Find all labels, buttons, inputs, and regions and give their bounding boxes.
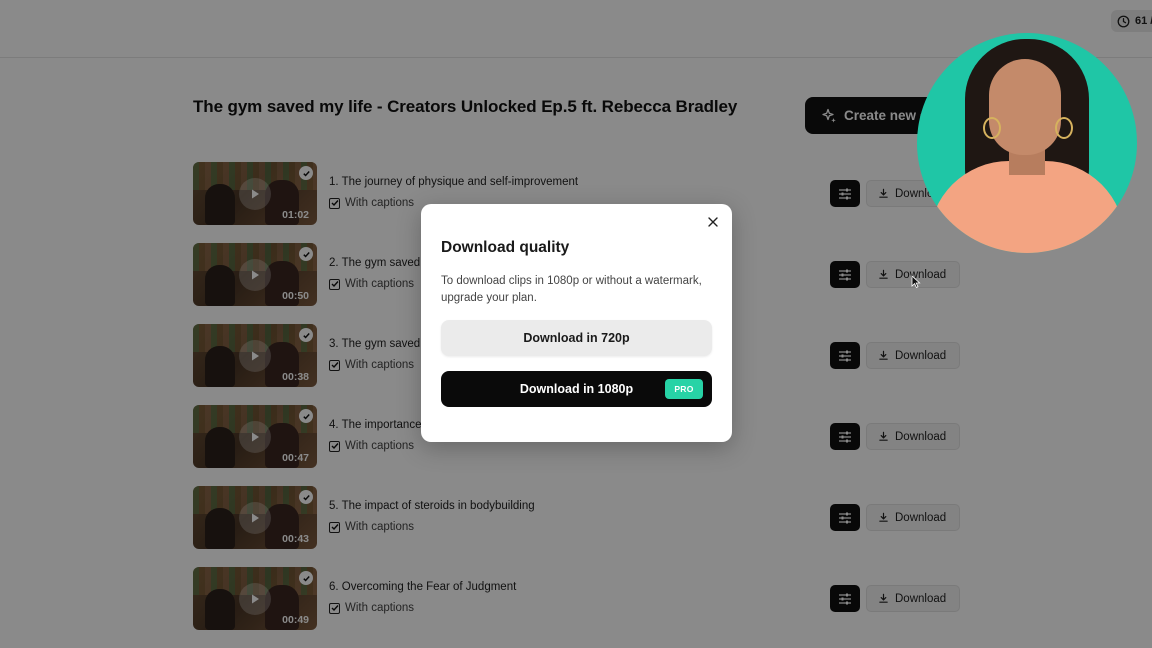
modal-title: Download quality (441, 239, 570, 256)
pro-badge: PRO (665, 379, 703, 399)
download-720p-label: Download in 720p (523, 331, 630, 345)
mouse-cursor-icon (911, 275, 921, 289)
close-icon[interactable] (705, 214, 721, 230)
download-1080p-label: Download in 1080p (519, 382, 634, 396)
webcam-overlay (917, 33, 1137, 253)
modal-description: To download clips in 1080p or without a … (441, 275, 702, 304)
download-720p-button[interactable]: Download in 720p (441, 320, 712, 356)
download-quality-modal: Download quality To download clips in 10… (421, 204, 732, 442)
download-1080p-button[interactable]: Download in 1080p PRO (441, 371, 712, 407)
